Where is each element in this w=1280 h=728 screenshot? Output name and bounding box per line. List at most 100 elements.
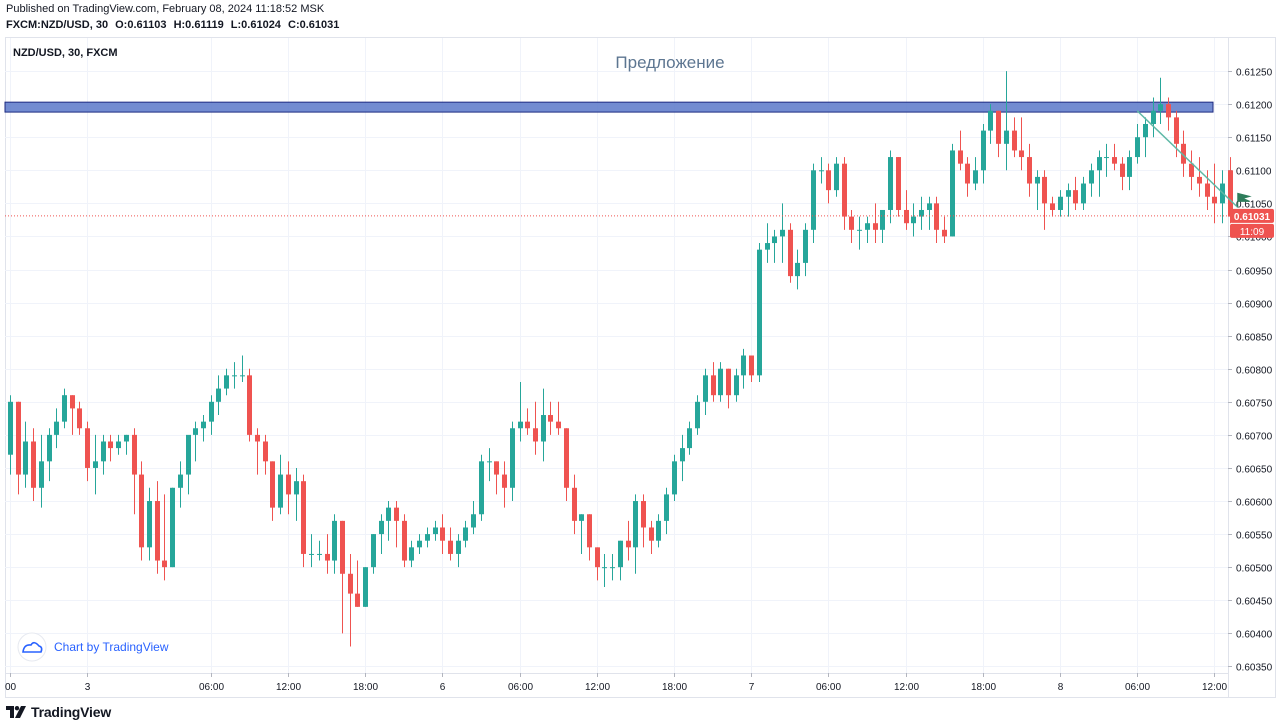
candle[interactable] [309,534,314,568]
candle[interactable] [958,130,963,171]
candle[interactable] [649,520,654,554]
footer-brand[interactable]: TradingView [6,704,111,720]
candle[interactable] [656,514,661,548]
candle[interactable] [433,520,438,541]
candle[interactable] [193,421,198,462]
candle[interactable] [996,110,1001,158]
candle[interactable] [765,223,770,263]
candle[interactable] [1127,150,1132,191]
candle[interactable] [270,461,275,521]
candle[interactable] [888,150,893,224]
candle[interactable] [950,143,955,237]
candle[interactable] [1019,117,1024,171]
candle[interactable] [803,223,808,277]
candle[interactable] [595,547,600,581]
watermark[interactable]: Chart by TradingView [17,632,169,662]
candle[interactable] [873,203,878,244]
candle[interactable] [448,527,453,561]
candle[interactable] [379,514,384,554]
candle[interactable] [139,461,144,561]
candle[interactable] [664,487,669,535]
candle[interactable] [201,415,206,442]
candle[interactable] [463,520,468,548]
candle[interactable] [1089,163,1094,197]
candle[interactable] [1050,196,1055,217]
candle[interactable] [981,123,986,184]
candle[interactable] [456,534,461,568]
candle[interactable] [795,249,800,290]
candle[interactable] [749,355,754,382]
price-chart[interactable]: 0.612500.612000.611500.611000.610500.610… [0,0,1280,728]
candle[interactable] [942,216,947,244]
trendline[interactable] [1136,110,1239,208]
candle[interactable] [70,395,75,435]
candle[interactable] [1135,123,1140,164]
candle[interactable] [1220,170,1225,224]
candle[interactable] [147,487,152,561]
candle[interactable] [116,434,121,455]
candle[interactable] [880,209,885,244]
candle[interactable] [1004,71,1009,171]
candle[interactable] [741,348,746,389]
candle[interactable] [680,434,685,482]
candle[interactable] [417,534,422,554]
candle[interactable] [525,408,530,435]
candle[interactable] [54,408,59,449]
candle[interactable] [510,421,515,502]
candle[interactable] [857,216,862,250]
candle[interactable] [39,434,44,508]
candle[interactable] [618,540,623,581]
candle[interactable] [1066,183,1071,217]
candle[interactable] [186,434,191,495]
candle[interactable] [811,163,816,244]
candle[interactable] [826,163,831,204]
candle[interactable] [1143,117,1148,158]
candle[interactable] [240,355,245,382]
candle[interactable] [718,362,723,402]
candle[interactable] [363,567,368,607]
candle[interactable] [1027,143,1032,197]
candle[interactable] [494,461,499,495]
candle[interactable] [278,454,283,515]
candle[interactable] [402,514,407,568]
candle[interactable] [911,203,916,237]
candle[interactable] [703,368,708,416]
candle[interactable] [294,467,299,521]
candle[interactable] [965,157,970,197]
candle[interactable] [1112,143,1117,171]
candle[interactable] [780,203,785,263]
candle[interactable] [1189,150,1194,191]
candle[interactable] [62,388,67,429]
candle[interactable] [865,216,870,244]
candle[interactable] [255,428,260,475]
candle[interactable] [904,190,909,230]
candle[interactable] [687,421,692,455]
candle[interactable] [1120,157,1125,191]
candle[interactable] [471,501,476,535]
candle[interactable] [533,401,538,455]
candle[interactable] [842,157,847,230]
candle[interactable] [425,527,430,548]
candle[interactable] [394,501,399,548]
candle[interactable] [409,540,414,568]
resistance-zone[interactable] [4,101,1214,113]
time-axis[interactable]: 00 3 06:00 12:00 18:00 6 06:00 12:00 18:00 7 06:00… [5,673,1228,693]
candle[interactable] [602,553,607,588]
candle[interactable] [641,494,646,548]
candle[interactable] [919,196,924,230]
candle[interactable] [973,157,978,191]
candle[interactable] [155,481,160,574]
candle[interactable] [564,428,569,502]
candle[interactable] [1058,190,1063,217]
price-axis[interactable]: 0.612500.612000.611500.611000.610500.610… [1228,68,1273,674]
candle[interactable] [626,520,631,561]
candle[interactable] [572,474,577,535]
candle[interactable] [587,514,592,561]
candle[interactable] [479,454,484,521]
candle[interactable] [31,428,36,502]
candle[interactable] [23,421,28,488]
candle[interactable] [518,381,523,442]
candle[interactable] [927,196,932,230]
candle[interactable] [170,487,175,568]
candle[interactable] [317,540,322,561]
